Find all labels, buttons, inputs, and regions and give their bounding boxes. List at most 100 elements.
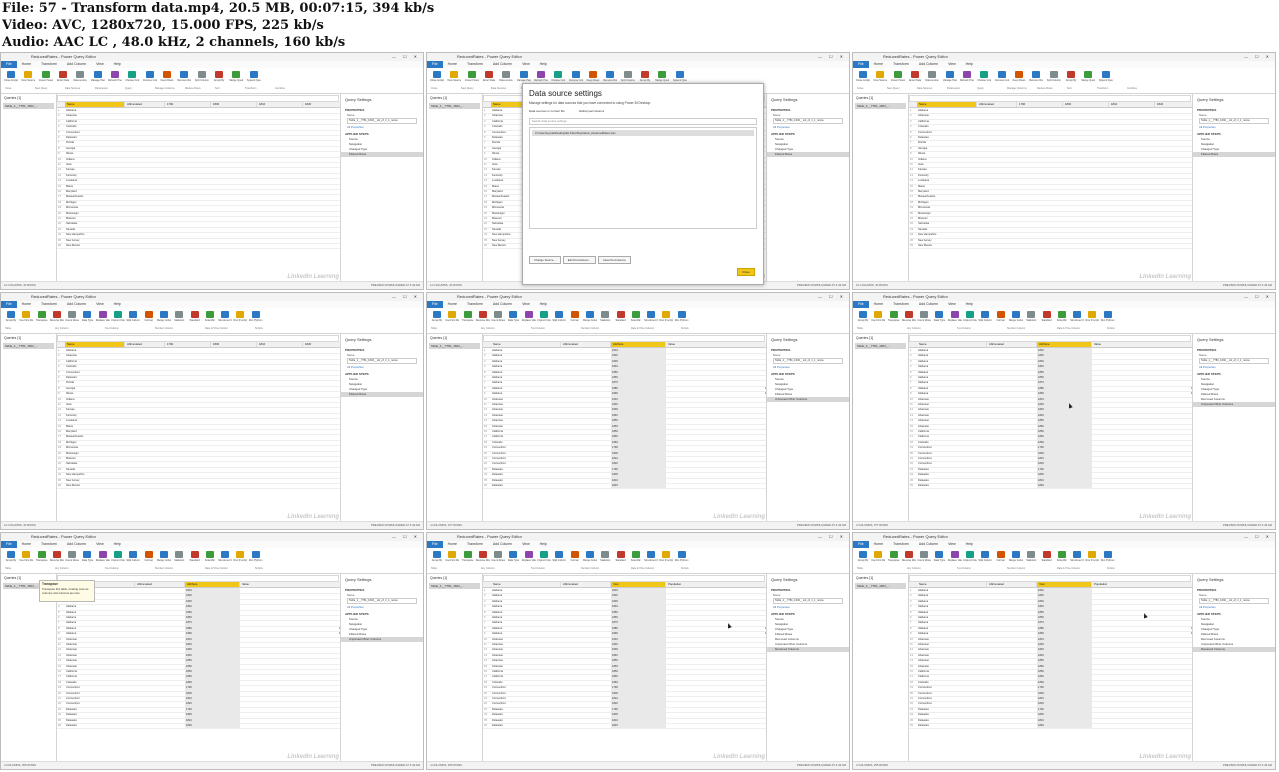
ribbon-button[interactable]: Group By [638, 71, 652, 83]
window-controls[interactable]: — ☐ ✕ [1244, 293, 1272, 301]
dialog-search-input[interactable]: Search data source settings [529, 118, 757, 125]
tab-home[interactable]: Home [869, 301, 888, 308]
column-header[interactable]: Population [1092, 582, 1194, 587]
ribbon-button[interactable]: Statistics [598, 311, 612, 323]
ribbon-button[interactable]: Remove Rows [1029, 71, 1043, 83]
ribbon-button[interactable]: Use First Row as Headers [871, 311, 885, 323]
ribbon-button[interactable]: Reverse Rows [902, 311, 916, 323]
tab-file[interactable]: File [853, 61, 869, 68]
tab-home[interactable]: Home [869, 61, 888, 68]
formula-bar[interactable] [909, 575, 1191, 582]
applied-step[interactable]: Unpivoted Other Columns [767, 397, 849, 402]
formula-bar[interactable] [483, 335, 765, 342]
ribbon-button[interactable]: Recent Sources [39, 71, 53, 83]
column-header[interactable]: Value [240, 582, 342, 587]
ribbon-button[interactable]: Transpose [461, 311, 475, 323]
all-properties-link[interactable]: All Properties [341, 605, 423, 609]
column-header[interactable]: Value [666, 342, 768, 347]
ribbon-button[interactable]: Scientific [629, 311, 643, 323]
window-controls[interactable]: — ☐ ✕ [392, 53, 420, 61]
tab-help[interactable]: Help [961, 61, 978, 68]
ribbon-button[interactable]: Group By [856, 551, 870, 563]
column-header[interactable]: 1800 [211, 342, 257, 347]
column-header[interactable]: Abbreviated [987, 342, 1037, 347]
ribbon-button[interactable]: Merge Queries [1081, 71, 1095, 83]
column-header[interactable]: 1790 [165, 102, 211, 107]
tab-home[interactable]: Home [17, 61, 36, 68]
ribbon-button[interactable]: Use First Row as Headers [871, 551, 885, 563]
ribbon-button[interactable]: Remove Columns [995, 71, 1009, 83]
tab-view[interactable]: View [517, 61, 535, 68]
column-header[interactable]: Abbreviated [561, 582, 611, 587]
ribbon-button[interactable]: Remove Rows [177, 71, 191, 83]
column-header[interactable]: Name [65, 102, 125, 107]
ribbon-button[interactable]: New Source [873, 71, 887, 83]
ribbon-button[interactable]: Merge Columns [1009, 311, 1023, 323]
ribbon-button[interactable]: Scientific [1055, 311, 1069, 323]
tab-view[interactable]: View [91, 301, 109, 308]
column-header[interactable]: Year [1037, 582, 1092, 587]
tab-add-column[interactable]: Add Column [488, 301, 517, 308]
ribbon-button[interactable]: Standard [1040, 311, 1054, 323]
column-header[interactable]: Abbreviated [125, 102, 165, 107]
ribbon-button[interactable]: Run R script [233, 551, 247, 563]
ribbon-button[interactable]: Structured Column [1070, 551, 1084, 563]
tab-add-column[interactable]: Add Column [914, 61, 943, 68]
ribbon-button[interactable]: Unpivot Columns [963, 551, 977, 563]
clear-permissions-button[interactable]: Clear Permissions [597, 256, 631, 264]
ribbon-button[interactable]: Replace Values [96, 551, 110, 563]
ribbon-button[interactable]: New Source [21, 71, 35, 83]
ribbon-button[interactable]: Transpose [887, 311, 901, 323]
name-input[interactable]: Table_1__7781_1602__col_of_1_1_noma [347, 358, 417, 364]
ribbon-button[interactable]: Scientific [203, 551, 217, 563]
ribbon-button[interactable]: Split Column [552, 551, 566, 563]
ribbon-button[interactable]: Replace Values [948, 551, 962, 563]
ribbon-button[interactable]: Group By [4, 551, 18, 563]
tab-transform[interactable]: Transform [888, 61, 914, 68]
ribbon-button[interactable]: Data source settings [925, 71, 939, 83]
tab-file[interactable]: File [427, 301, 443, 308]
window-controls[interactable]: — ☐ ✕ [1244, 533, 1272, 541]
ribbon-button[interactable]: Close & Apply [4, 71, 18, 83]
ribbon-button[interactable]: Data Type [932, 311, 946, 323]
close-button[interactable]: Close [737, 268, 755, 276]
ribbon-button[interactable]: Scientific [203, 311, 217, 323]
ribbon-button[interactable]: Unpivot Columns [963, 311, 977, 323]
column-header[interactable]: Population [666, 582, 768, 587]
formula-bar[interactable] [57, 95, 339, 102]
ribbon-button[interactable]: Replace Values [522, 311, 536, 323]
name-input[interactable]: Table_1__7781_1602__col_of_1_1_noma [773, 118, 843, 124]
ribbon-button[interactable]: Choose Columns [977, 71, 991, 83]
ribbon-button[interactable]: Scientific [629, 551, 643, 563]
ribbon-button[interactable]: Statistics [1024, 551, 1038, 563]
ribbon-button[interactable]: Close & Apply [430, 71, 444, 83]
tab-add-column[interactable]: Add Column [914, 301, 943, 308]
ribbon-button[interactable]: Merge Columns [1009, 551, 1023, 563]
query-item[interactable]: Table_1__7781_1602_... [855, 583, 906, 589]
ribbon-button[interactable]: Run Python script [1101, 551, 1115, 563]
ribbon-button[interactable]: Transpose [461, 551, 475, 563]
ribbon-button[interactable]: Run Python script [249, 551, 263, 563]
column-header[interactable]: Name [491, 582, 561, 587]
ribbon-button[interactable]: Split Column [126, 311, 140, 323]
tab-help[interactable]: Help [109, 61, 126, 68]
ribbon-button[interactable]: Group By [430, 551, 444, 563]
column-header[interactable]: Name [491, 342, 561, 347]
column-header[interactable]: 1810 [257, 342, 303, 347]
name-input[interactable]: Table_1__7781_1602__col_of_1_1_noma [347, 598, 417, 604]
tab-view[interactable]: View [943, 541, 961, 548]
ribbon-button[interactable]: Replace Values [948, 311, 962, 323]
ribbon-button[interactable]: Replace Values [522, 551, 536, 563]
ribbon-button[interactable]: Data Type [80, 311, 94, 323]
tab-help[interactable]: Help [535, 541, 552, 548]
ribbon-button[interactable]: Use First Row as Headers [445, 311, 459, 323]
all-properties-link[interactable]: All Properties [767, 125, 849, 129]
column-header[interactable]: 1800 [1063, 102, 1109, 107]
ribbon-button[interactable]: Recent Sources [465, 71, 479, 83]
tab-home[interactable]: Home [443, 301, 462, 308]
ribbon-button[interactable]: Enter Data [482, 71, 496, 83]
tab-view[interactable]: View [943, 301, 961, 308]
ribbon-button[interactable]: Keep Rows [160, 71, 174, 83]
name-input[interactable]: Table_1__7781_1602__col_of_1_1_noma [1199, 598, 1269, 604]
ribbon-button[interactable]: Run R script [1085, 551, 1099, 563]
